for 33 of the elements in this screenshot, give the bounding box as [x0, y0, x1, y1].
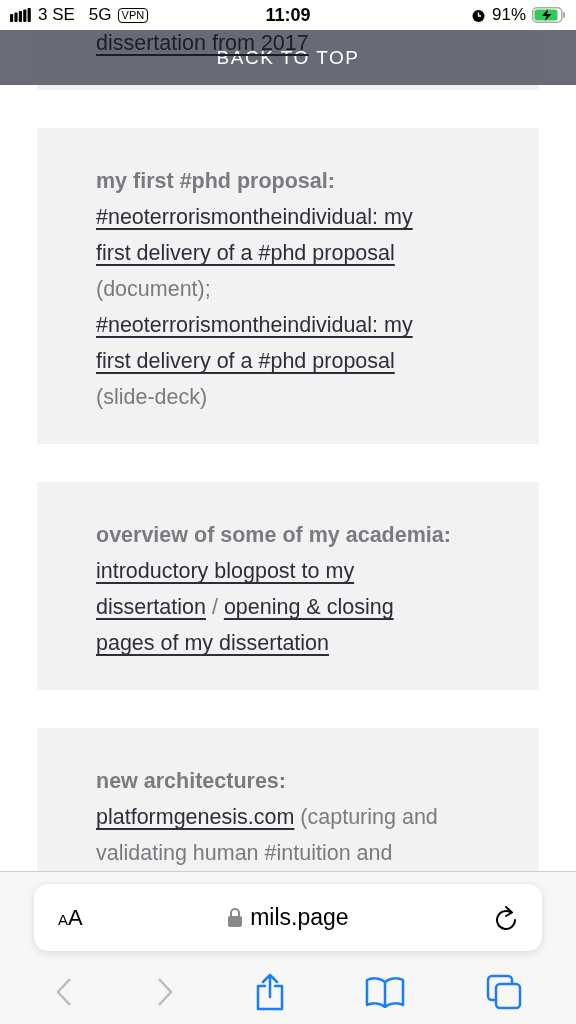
battery-percentage: 91% — [492, 5, 526, 25]
card-heading: overview of some of my academia: — [96, 523, 451, 547]
link[interactable]: pages of my dissertation — [96, 631, 330, 655]
vpn-badge: VPN — [117, 7, 149, 23]
card-text: (slide-deck) — [96, 385, 208, 409]
share-button[interactable] — [254, 973, 285, 1011]
network-label: 5G — [88, 5, 112, 25]
card-heading: new architectures: — [96, 769, 286, 793]
url-text: mils.page — [250, 904, 349, 931]
text-size-button[interactable]: AA — [58, 904, 83, 931]
carrier-label: 3 SE — [38, 5, 75, 25]
link[interactable]: #neoterrorismontheindividual: my — [96, 205, 413, 229]
link[interactable]: introductory blogpost to my — [96, 559, 355, 583]
lock-icon — [228, 908, 243, 927]
signal-icon — [10, 8, 32, 22]
card-text: validating human #intuition and — [96, 841, 393, 865]
battery-icon — [532, 7, 566, 23]
link[interactable]: platformgenesis.com — [96, 805, 295, 829]
bookmarks-button[interactable] — [365, 976, 406, 1008]
card-text: (capturing and — [299, 805, 438, 829]
tabs-button[interactable] — [485, 974, 522, 1010]
alarm-icon — [471, 7, 486, 23]
card-text: (document); — [96, 277, 211, 301]
clock-time: 11:09 — [265, 4, 311, 26]
card-heading: my first #phd proposal: — [96, 169, 335, 193]
card-text: / — [210, 595, 219, 619]
address-bar[interactable]: AA mils.page — [34, 884, 542, 951]
link[interactable]: opening & closing — [223, 595, 394, 619]
link[interactable]: first delivery of a #phd proposal — [96, 349, 395, 373]
link[interactable]: #neoterrorismontheindividual: my — [96, 313, 413, 337]
link[interactable]: dissertation — [96, 595, 206, 619]
reload-icon[interactable] — [494, 904, 518, 931]
link[interactable]: first delivery of a #phd proposal — [96, 241, 395, 265]
